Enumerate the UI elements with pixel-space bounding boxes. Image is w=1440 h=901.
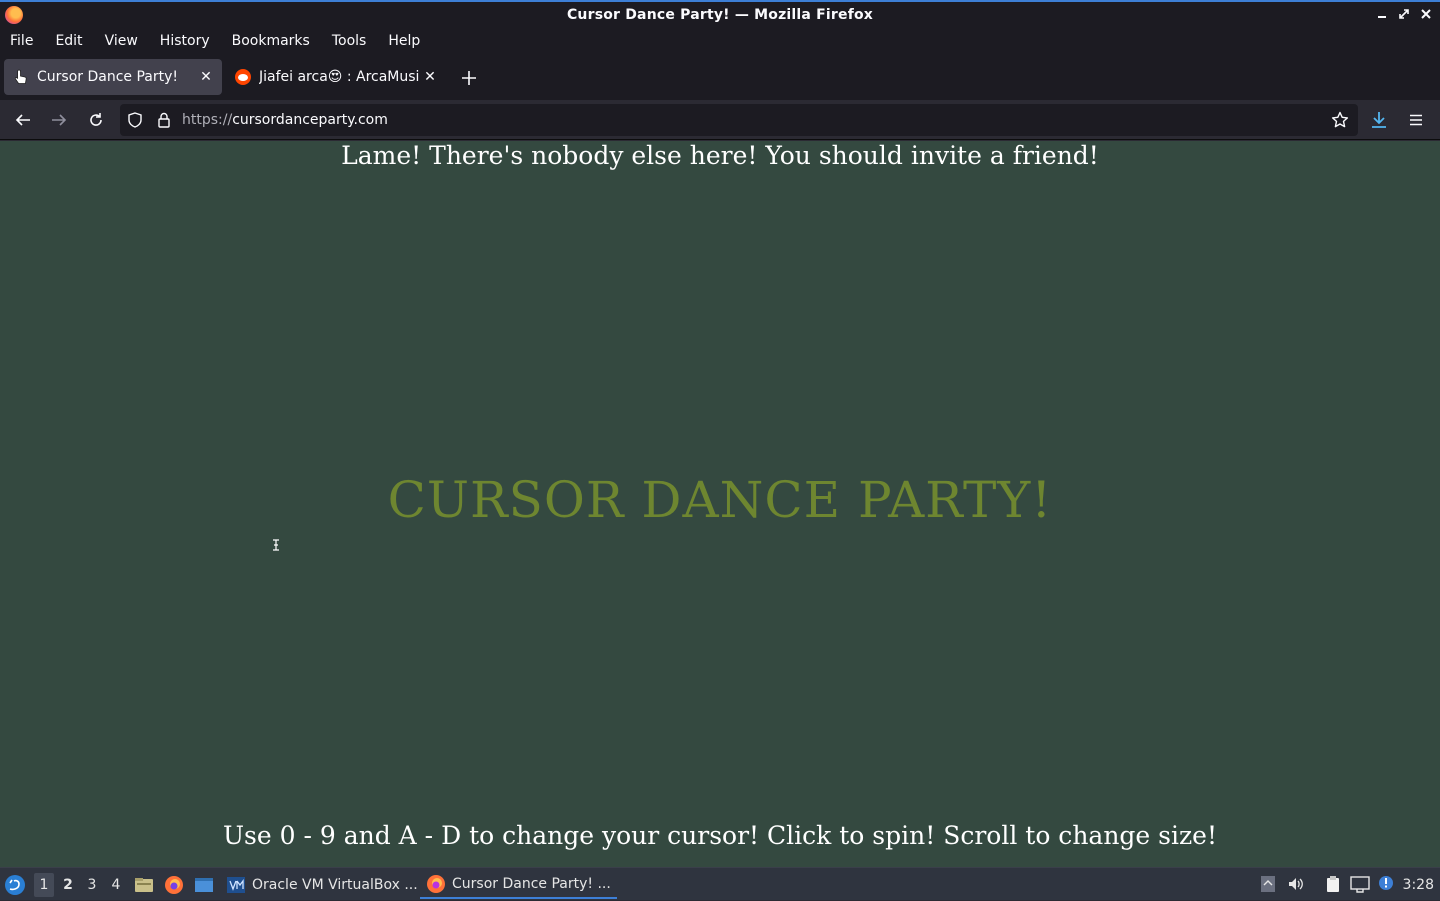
pointer-cursor-icon — [13, 69, 29, 85]
menu-view[interactable]: View — [94, 33, 149, 49]
tab-arcamusic[interactable]: Jiafei arca😍 : ArcaMusic ✕ — [226, 59, 446, 95]
address-bar[interactable]: https://cursordanceparty.com — [120, 104, 1358, 136]
forward-button[interactable] — [45, 106, 73, 134]
virtualbox-icon — [227, 876, 245, 893]
navigation-toolbar: https://cursordanceparty.com — [0, 100, 1440, 140]
window-title: Cursor Dance Party! — Mozilla Firefox — [566, 7, 874, 23]
workspace-1[interactable]: 1 — [34, 873, 54, 897]
tab-label: Jiafei arca😍 : ArcaMusic — [259, 69, 420, 85]
arrow-left-icon — [15, 114, 30, 126]
reload-icon — [90, 113, 102, 126]
workspace-3[interactable]: 3 — [82, 873, 102, 897]
arrow-right-icon — [52, 114, 67, 126]
task-virtualbox[interactable]: Oracle VM VirtualBox ... — [220, 870, 424, 899]
menu-bar: File Edit View History Bookmarks Tools H… — [0, 28, 1440, 54]
clipboard-icon[interactable] — [1323, 874, 1343, 894]
menu-history[interactable]: History — [149, 33, 221, 49]
start-menu-icon[interactable] — [4, 874, 26, 896]
tray-arrow-icon[interactable] — [1258, 874, 1278, 894]
close-tab-icon[interactable]: ✕ — [196, 69, 216, 85]
reddit-icon — [235, 69, 251, 85]
download-icon — [1372, 112, 1386, 128]
file-manager-icon[interactable] — [134, 875, 154, 895]
task-firefox[interactable]: Cursor Dance Party! ... — [420, 870, 617, 899]
firefox-launcher-icon[interactable] — [164, 875, 184, 895]
window-controls — [1374, 4, 1434, 24]
taskbar: 1 2 3 4 Oracle VM VirtualBox ... Cursor … — [0, 867, 1440, 900]
network-icon[interactable] — [1350, 874, 1370, 894]
menu-file[interactable]: File — [0, 33, 44, 49]
shield-icon[interactable] — [126, 111, 144, 129]
show-desktop-icon[interactable] — [194, 875, 214, 895]
app-menu-button[interactable] — [1402, 106, 1430, 134]
clock[interactable]: 3:28 — [1403, 868, 1434, 901]
workspace-4[interactable]: 4 — [106, 873, 126, 897]
hamburger-menu-icon — [1410, 114, 1422, 126]
workspace-2[interactable]: 2 — [58, 873, 78, 897]
close-tab-icon[interactable]: ✕ — [420, 69, 440, 85]
instructions-text: Use 0 - 9 and A - D to change your curso… — [222, 821, 1218, 850]
tab-label: Cursor Dance Party! — [37, 69, 178, 85]
maximize-button[interactable] — [1396, 4, 1412, 24]
menu-edit[interactable]: Edit — [44, 33, 93, 49]
firefox-icon — [5, 6, 23, 24]
task-label: Cursor Dance Party! ... — [452, 875, 611, 892]
page-content[interactable]: Lame! There's nobody else here! You shou… — [0, 141, 1440, 867]
lonely-notice: Lame! There's nobody else here! You shou… — [341, 141, 1099, 170]
page-title: CURSOR DANCE PARTY! — [387, 471, 1053, 529]
menu-help[interactable]: Help — [377, 33, 431, 49]
close-window-button[interactable] — [1418, 4, 1434, 24]
menu-tools[interactable]: Tools — [321, 33, 378, 49]
task-label: Oracle VM VirtualBox ... — [252, 876, 418, 893]
downloads-button[interactable] — [1365, 106, 1393, 134]
menu-bookmarks[interactable]: Bookmarks — [221, 33, 321, 49]
volume-icon[interactable] — [1286, 874, 1306, 894]
text-cursor-icon — [272, 536, 280, 551]
reload-button[interactable] — [82, 106, 110, 134]
back-button[interactable] — [9, 106, 37, 134]
bookmark-star-icon[interactable] — [1326, 106, 1354, 134]
lock-icon[interactable] — [155, 111, 173, 129]
notification-icon[interactable] — [1376, 874, 1396, 894]
tab-strip: Cursor Dance Party! ✕ Jiafei arca😍 : Arc… — [0, 54, 1440, 100]
new-tab-button[interactable] — [456, 65, 482, 91]
window-titlebar: Cursor Dance Party! — Mozilla Firefox — [0, 0, 1440, 28]
url-text[interactable]: https://cursordanceparty.com — [182, 112, 1326, 128]
firefox-icon — [427, 874, 445, 893]
minimize-button[interactable] — [1374, 4, 1390, 24]
tab-cursor-dance-party[interactable]: Cursor Dance Party! ✕ — [4, 59, 222, 95]
